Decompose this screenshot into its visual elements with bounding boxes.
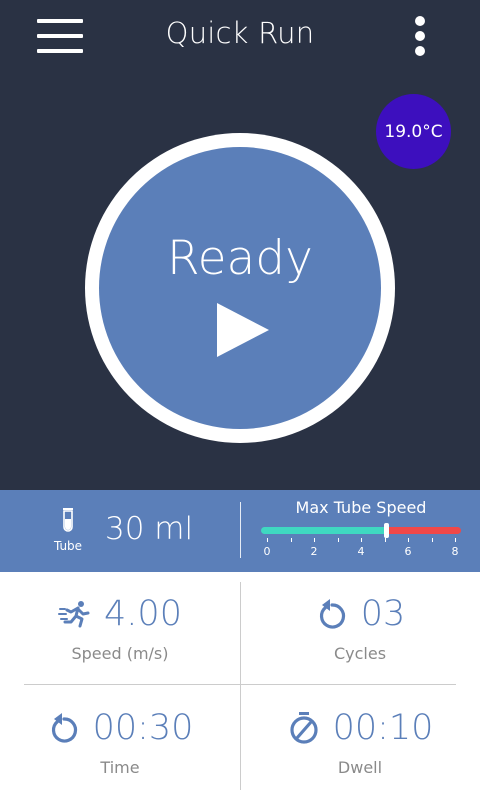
tube-volume[interactable]: 30 ml: [105, 511, 193, 547]
dwell-setting[interactable]: 00:10 Dwell: [240, 686, 480, 798]
speed-scale-label: 0: [263, 545, 271, 558]
cycles-value: 03: [360, 594, 406, 634]
more-vertical-icon[interactable]: [408, 16, 432, 56]
cycles-setting[interactable]: 03 Cycles: [240, 572, 480, 684]
repeat-arrow-icon: [51, 713, 77, 743]
speed-scale: 0 2 4 6 8: [261, 538, 461, 562]
speed-scale-tick: [267, 538, 268, 542]
time-setting[interactable]: 00:30 Time: [0, 686, 240, 798]
dwell-value: 00:10: [332, 708, 434, 748]
speed-scale-tick: [455, 538, 456, 542]
repeat-arrow-icon: [319, 599, 345, 629]
band-divider: [240, 502, 241, 558]
run-status: Ready: [167, 231, 313, 286]
speed-scale-tick: [432, 538, 433, 542]
max-speed-slider[interactable]: [261, 523, 461, 538]
speed-scale-label: 2: [310, 545, 318, 558]
top-panel: Quick Run 19.0°C Ready: [0, 0, 480, 490]
page-title: Quick Run: [165, 16, 315, 50]
temperature-badge: 19.0°C: [376, 94, 451, 169]
speed-scale-tick: [291, 538, 292, 542]
speed-scale-tick: [385, 538, 386, 542]
time-label: Time: [100, 758, 140, 777]
test-tube-icon: [63, 508, 73, 532]
stopwatch-icon: [289, 712, 318, 744]
speed-scale-tick: [314, 538, 315, 542]
run-status-circle: Ready: [99, 147, 381, 429]
speed-scale-tick: [408, 538, 409, 542]
start-run-button[interactable]: Ready: [85, 133, 395, 443]
speed-danger-range: [386, 527, 461, 534]
max-speed-title: Max Tube Speed: [295, 498, 427, 517]
speed-label: Speed (m/s): [71, 644, 169, 663]
play-icon: [217, 303, 269, 357]
speed-value: 4.00: [104, 594, 182, 634]
speed-scale-label: 8: [451, 545, 459, 558]
speed-scale-label: 4: [357, 545, 365, 558]
grid-divider-horizontal: [24, 684, 456, 685]
speed-safe-range: [261, 527, 386, 534]
dwell-label: Dwell: [337, 758, 383, 777]
settings-grid: 4.00 Speed (m/s) 03 Cycles 00:30 Time 00…: [0, 572, 480, 800]
speed-slider-thumb[interactable]: [384, 523, 389, 538]
cycles-label: Cycles: [333, 644, 387, 663]
running-person-icon: [58, 601, 90, 628]
speed-scale-tick: [338, 538, 339, 542]
hamburger-menu-icon[interactable]: [37, 19, 83, 53]
speed-setting[interactable]: 4.00 Speed (m/s): [0, 572, 240, 684]
tube-label: Tube: [53, 539, 83, 553]
speed-scale-label: 6: [404, 545, 412, 558]
time-value: 00:30: [92, 708, 194, 748]
speed-scale-tick: [361, 538, 362, 542]
